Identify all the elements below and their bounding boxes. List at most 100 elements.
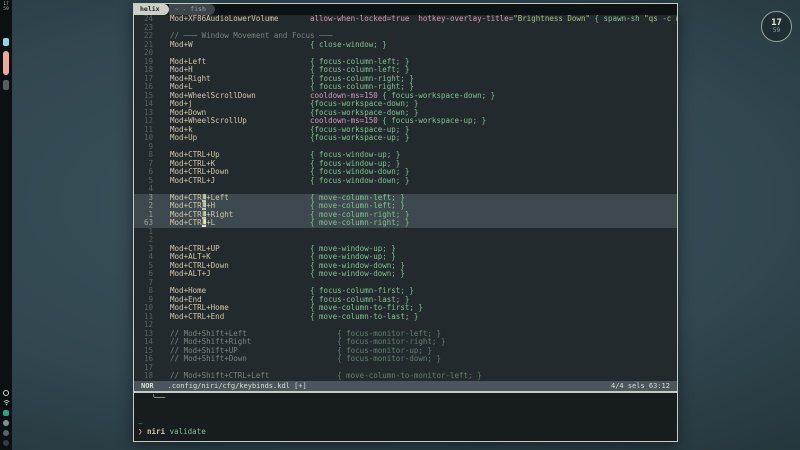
line-number: 24 xyxy=(134,15,161,24)
code-text: // Mod+Shift+CTRL+Left { move-column-to-… xyxy=(161,372,482,381)
mic-icon[interactable] xyxy=(3,429,10,436)
editor-line: 18 Mod+H { focus-column-left; } xyxy=(134,66,677,75)
line-number: 3 xyxy=(134,194,161,203)
code-text: Mod+j {focus-workspace-down; } xyxy=(161,100,418,109)
wifi-icon[interactable] xyxy=(3,399,10,406)
line-number: 11 xyxy=(134,313,161,322)
line-number: 10 xyxy=(134,134,161,143)
selection-position-info: 4/4 sels 63:12 xyxy=(611,381,670,391)
line-number: 19 xyxy=(134,58,161,67)
editor-line: 9 xyxy=(134,143,677,152)
dock-bar: 17 59 xyxy=(0,0,12,450)
shell-pane[interactable]: ╰──~❯ niri validate xyxy=(134,391,677,442)
code-text: Mod+k {focus-workspace-up; } xyxy=(161,126,409,135)
shell-line: ❯ niri validate xyxy=(134,428,677,437)
tab-fish[interactable]: ~ - fish xyxy=(169,4,215,15)
dock-clock-minute: 59 xyxy=(3,7,8,12)
code-text: Mod+CTRL+Up { focus-window-up; } xyxy=(161,151,400,160)
mode-indicator: NOR xyxy=(141,381,154,391)
editor-line: 2 Mod+CTRL+H { move-column-left; } xyxy=(134,202,677,211)
line-number: 2 xyxy=(134,236,161,245)
editor-line: 19 Mod+Left { focus-column-left; } xyxy=(134,58,677,67)
editor-line: 3 Mod+CTRL+UP { move-window-up; } xyxy=(134,245,677,254)
editor-line: 4 xyxy=(134,185,677,194)
clock-widget: 17 59 xyxy=(761,11,792,42)
line-number: 22 xyxy=(134,32,161,41)
editor-line: 9 Mod+End { focus-column-last; } xyxy=(134,296,677,305)
workspace-indicator-3[interactable] xyxy=(3,80,9,90)
code-text: Mod+ALT+J { move-window-down; } xyxy=(161,270,405,279)
workspace-indicator-1[interactable] xyxy=(3,38,9,46)
code-text: // Mod+Shift+Down { focus-monitor-down; … xyxy=(161,355,441,364)
line-number: 9 xyxy=(134,143,161,152)
line-number: 13 xyxy=(134,330,161,339)
power-icon[interactable] xyxy=(3,439,10,446)
line-number: 5 xyxy=(134,262,161,271)
line-number: 9 xyxy=(134,296,161,305)
code-text: Mod+Up {focus-workspace-up; } xyxy=(161,134,409,143)
line-number: 7 xyxy=(134,279,161,288)
file-path: .config/niri/cfg/keybinds.kdl [+] xyxy=(168,381,307,391)
code-text: Mod+CTRL+Down { move-window-down; } xyxy=(161,262,405,271)
editor-line: 7 xyxy=(134,279,677,288)
code-text: Mod+CTRL+End { move-column-to-last; } xyxy=(161,313,418,322)
editor-line: 8 Mod+CTRL+Up { focus-window-up; } xyxy=(134,151,677,160)
volume-icon[interactable] xyxy=(3,419,10,426)
line-number: 1 xyxy=(134,228,161,237)
shell-line xyxy=(134,437,677,443)
editor-line: 2 xyxy=(134,236,677,245)
line-number: 16 xyxy=(134,83,161,92)
code-text: Mod+WheelScrollUp cooldown-ms=150 { focu… xyxy=(161,117,486,126)
line-number: 23 xyxy=(134,24,161,33)
code-text: // ─── Window Movement and Focus ─── xyxy=(161,32,333,41)
record-icon[interactable] xyxy=(3,389,10,396)
line-number: 8 xyxy=(134,151,161,160)
code-text: // Mod+Shift+Left { focus-monitor-left; … xyxy=(161,330,441,339)
line-number: 14 xyxy=(134,338,161,347)
line-number: 14 xyxy=(134,100,161,109)
line-number: 6 xyxy=(134,270,161,279)
code-text: Mod+W { close-window; } xyxy=(161,41,387,50)
editor-line: 16 // Mod+Shift+Down { focus-monitor-dow… xyxy=(134,355,677,364)
editor-line: 13 Mod+Down {focus-workspace-down; } xyxy=(134,109,677,118)
app-icon-green[interactable] xyxy=(3,409,10,416)
editor-line: 15 // Mod+Shift+UP { focus-monitor-up; } xyxy=(134,347,677,356)
line-number: 13 xyxy=(134,109,161,118)
editor-line: 21 Mod+W { close-window; } xyxy=(134,41,677,50)
line-number: 6 xyxy=(134,168,161,177)
code-text: Mod+CTRL+L { move-column-right; } xyxy=(161,219,409,228)
line-number: 15 xyxy=(134,92,161,101)
editor-line: 6 Mod+CTRL+Down { focus-window-down; } xyxy=(134,168,677,177)
editor-line: 8 Mod+Home { focus-column-first; } xyxy=(134,287,677,296)
line-number: 15 xyxy=(134,347,161,356)
line-number: 12 xyxy=(134,117,161,126)
code-text: Mod+CTRL+H { move-column-left; } xyxy=(161,202,405,211)
line-number: 4 xyxy=(134,185,161,194)
line-number: 4 xyxy=(134,253,161,262)
editor-line: 18 // Mod+Shift+CTRL+Left { move-column-… xyxy=(134,372,677,381)
code-text: Mod+CTRL+UP { move-window-up; } xyxy=(161,245,396,254)
editor-line: 10 Mod+Up {focus-workspace-up; } xyxy=(134,134,677,143)
code-text: Mod+CTRL+K { focus-window-up; } xyxy=(161,160,400,169)
editor-line: 4 Mod+ALT+K { move-window-up; } xyxy=(134,253,677,262)
workspace-indicator-2[interactable] xyxy=(3,51,9,75)
editor-line: 11 Mod+CTRL+End { move-column-to-last; } xyxy=(134,313,677,322)
line-number: 20 xyxy=(134,49,161,58)
line-number: 8 xyxy=(134,287,161,296)
line-number: 17 xyxy=(134,364,161,373)
shell-line xyxy=(134,411,677,420)
editor-line: 22 // ─── Window Movement and Focus ─── xyxy=(134,32,677,41)
editor-line: 24 Mod+XF86AudioLowerVolume allow-when-l… xyxy=(134,15,677,24)
editor-line: 11 Mod+k {focus-workspace-up; } xyxy=(134,126,677,135)
code-text: Mod+CTRL+Left { move-column-left; } xyxy=(161,194,405,203)
helix-editor[interactable]: 24 Mod+XF86AudioLowerVolume allow-when-l… xyxy=(134,15,677,381)
editor-line: 5 Mod+CTRL+J { focus-window-down; } xyxy=(134,177,677,186)
line-number: 12 xyxy=(134,321,161,330)
code-text: Mod+CTRL+Home { move-column-to-first; } xyxy=(161,304,423,313)
editor-line: 16 Mod+L { focus-column-right; } xyxy=(134,83,677,92)
line-number: 2 xyxy=(134,202,161,211)
tab-helix[interactable]: helix xyxy=(134,4,169,15)
system-tray xyxy=(3,389,10,446)
editor-line: 3 Mod+CTRL+Left { move-column-left; } xyxy=(134,194,677,203)
helix-statusline: NOR .config/niri/cfg/keybinds.kdl [+] 4/… xyxy=(134,381,677,391)
